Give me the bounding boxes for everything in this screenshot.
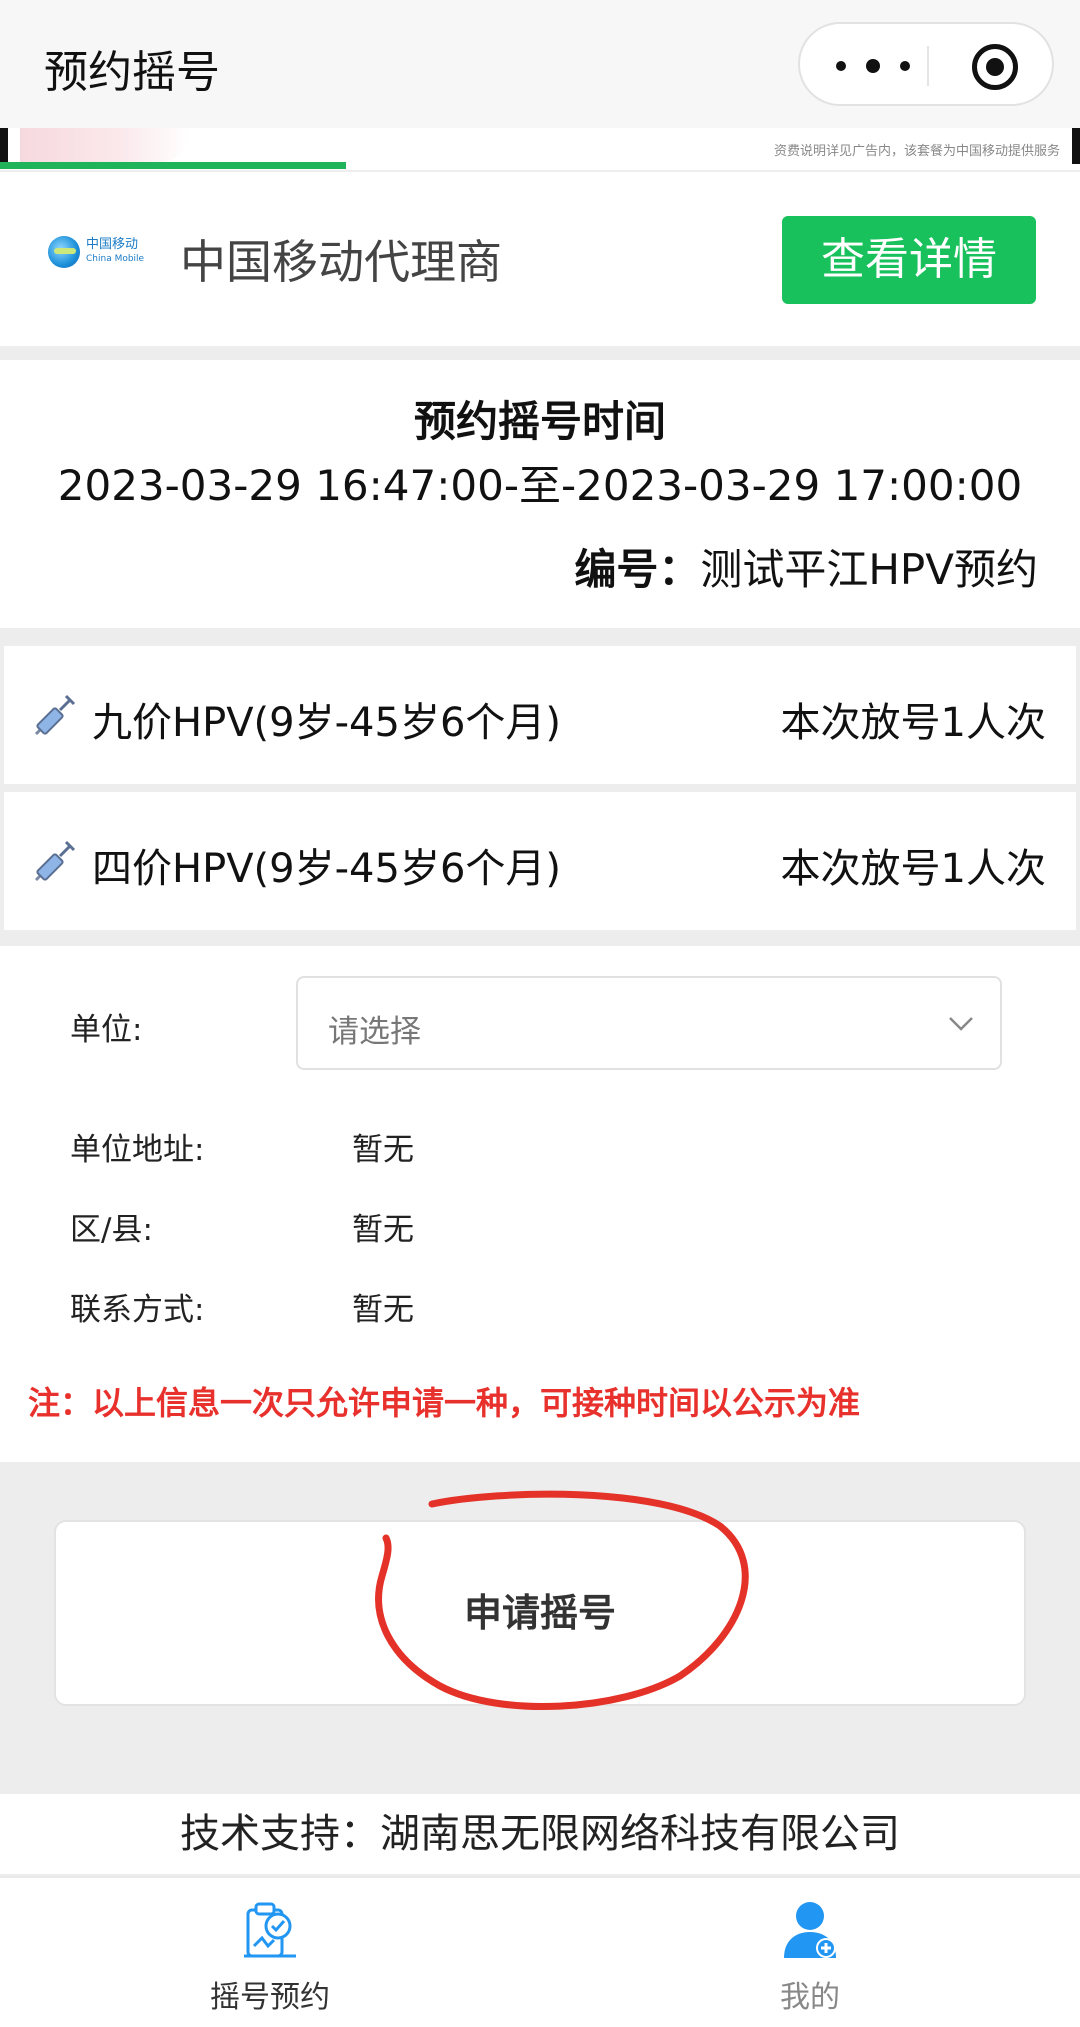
vaccine-name: 四价HPV(9岁-45岁6个月) <box>92 846 562 892</box>
bottom-tab-bar: 摇号预约 我的 <box>0 1876 1080 2027</box>
serial-label: 编号： <box>574 545 701 594</box>
apply-lottery-button[interactable]: 申请摇号 <box>54 1520 1026 1706</box>
user-profile-icon <box>784 1902 836 1958</box>
more-options-icon[interactable] <box>836 48 926 84</box>
capsule-divider <box>927 46 929 86</box>
schedule-card: 预约摇号时间 2023-03-29 16:47:00-至-2023-03-29 … <box>0 360 1080 628</box>
mini-program-capsule <box>798 22 1054 106</box>
tab-mine-label: 我的 <box>780 1980 840 2015</box>
serial-number: 编号：测试平江HPV预约 <box>574 536 1038 597</box>
syringe-icon <box>34 694 76 736</box>
vaccine-quota: 本次放号1人次 <box>780 700 1046 746</box>
tab-lottery-booking-label: 摇号预约 <box>210 1980 330 2015</box>
contact-value: 暂无 <box>352 1292 414 1328</box>
banner-right-edge <box>1072 128 1080 164</box>
tech-support-footer: 技术支持：湖南思无限网络科技有限公司 <box>0 1794 1080 1874</box>
notice-text: 注：以上信息一次只允许申请一种，可接种时间以公示为准 <box>28 1384 861 1422</box>
top-nav-bar: 预约摇号 <box>0 0 1080 128</box>
lottery-clipboard-icon <box>244 1902 296 1958</box>
serial-value: 测试平江HPV预约 <box>700 545 1038 594</box>
tab-mine[interactable]: 我的 <box>680 1896 940 2016</box>
logo-cn-text: 中国移动 <box>86 237 139 252</box>
unit-select-placeholder: 请选择 <box>328 1014 421 1050</box>
application-form: 单位: 请选择 单位地址: 暂无 区/县: 暂无 联系方式: 暂无 注：以上信息… <box>0 946 1080 1462</box>
schedule-title: 预约摇号时间 <box>413 397 666 446</box>
close-mini-program-icon[interactable] <box>972 44 1018 90</box>
chevron-down-icon <box>949 1017 973 1031</box>
address-value: 暂无 <box>352 1132 414 1168</box>
district-value: 暂无 <box>352 1212 414 1248</box>
schedule-time-range: 2023-03-29 16:47:00-至-2023-03-29 17:00:0… <box>57 461 1023 510</box>
china-mobile-logo: 中国移动 China Mobile <box>48 236 144 268</box>
vaccine-name: 九价HPV(9岁-45岁6个月) <box>92 700 562 746</box>
view-details-button[interactable]: 查看详情 <box>782 216 1036 304</box>
vaccine-quota: 本次放号1人次 <box>780 846 1046 892</box>
ad-banner[interactable]: 资费说明详见广告内，该套餐为中国移动提供服务 <box>0 128 1080 170</box>
tab-lottery-booking[interactable]: 摇号预约 <box>140 1896 400 2016</box>
syringe-icon <box>34 840 76 882</box>
contact-label: 联系方式: <box>70 1292 205 1328</box>
unit-label: 单位: <box>70 1012 143 1048</box>
agent-name: 中国移动代理商 <box>180 235 502 289</box>
agent-card: 中国移动 China Mobile 中国移动代理商 查看详情 <box>0 170 1080 346</box>
unit-select[interactable]: 请选择 <box>296 976 1002 1070</box>
banner-left-edge <box>0 128 8 164</box>
logo-en-text: China Mobile <box>86 254 145 264</box>
china-mobile-logo-icon <box>48 236 80 268</box>
vaccine-row[interactable]: 四价HPV(9岁-45岁6个月) 本次放号1人次 <box>4 792 1076 930</box>
vaccine-row[interactable]: 九价HPV(9岁-45岁6个月) 本次放号1人次 <box>4 646 1076 784</box>
banner-progress-bar <box>0 162 346 169</box>
banner-flower-image <box>20 128 190 162</box>
district-label: 区/县: <box>70 1212 153 1248</box>
banner-note: 资费说明详见广告内，该套餐为中国移动提供服务 <box>773 144 1060 159</box>
address-label: 单位地址: <box>70 1132 205 1168</box>
page-title: 预约摇号 <box>44 47 220 98</box>
